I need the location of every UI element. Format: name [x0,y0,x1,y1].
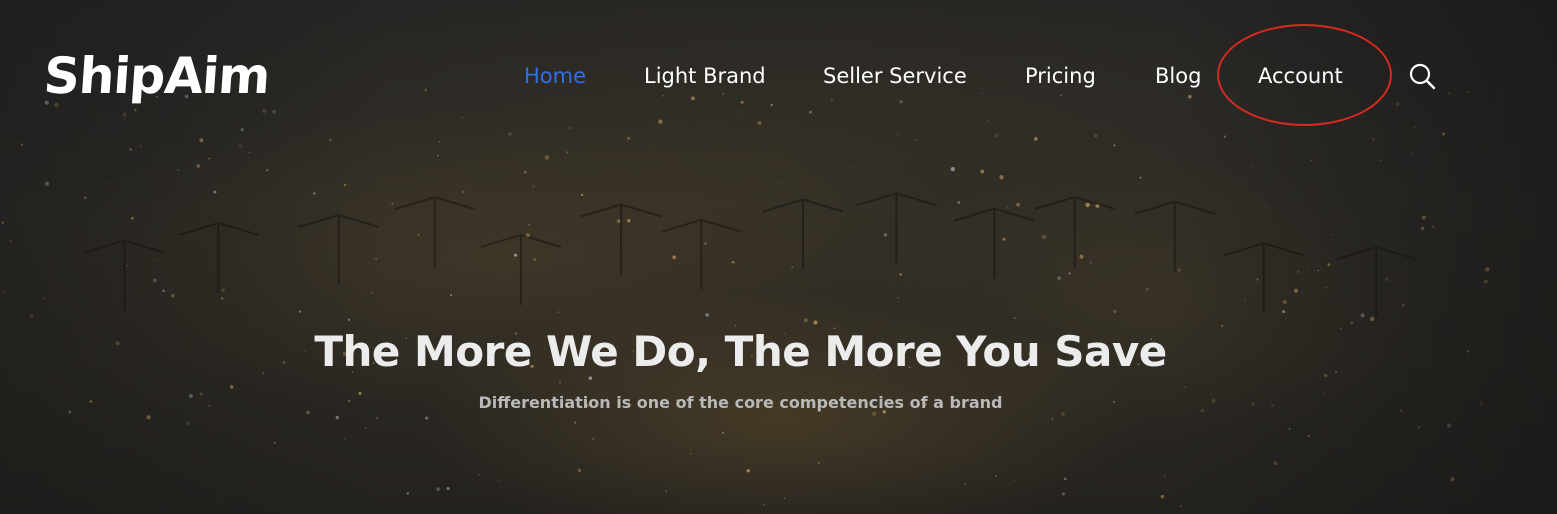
nav-item-light-brand[interactable]: Light Brand [644,56,766,96]
hero-subtitle: Differentiation is one of the core compe… [478,393,1003,412]
search-icon[interactable] [1406,61,1438,93]
nav-item-home[interactable]: Home [524,56,586,96]
account-highlight-circle [1217,24,1392,126]
nav-item-pricing[interactable]: Pricing [1025,56,1096,96]
hero-title: The More We Do, The More You Save [314,327,1167,376]
nav-item-seller-service[interactable]: Seller Service [823,56,967,96]
nav-item-blog[interactable]: Blog [1155,56,1201,96]
